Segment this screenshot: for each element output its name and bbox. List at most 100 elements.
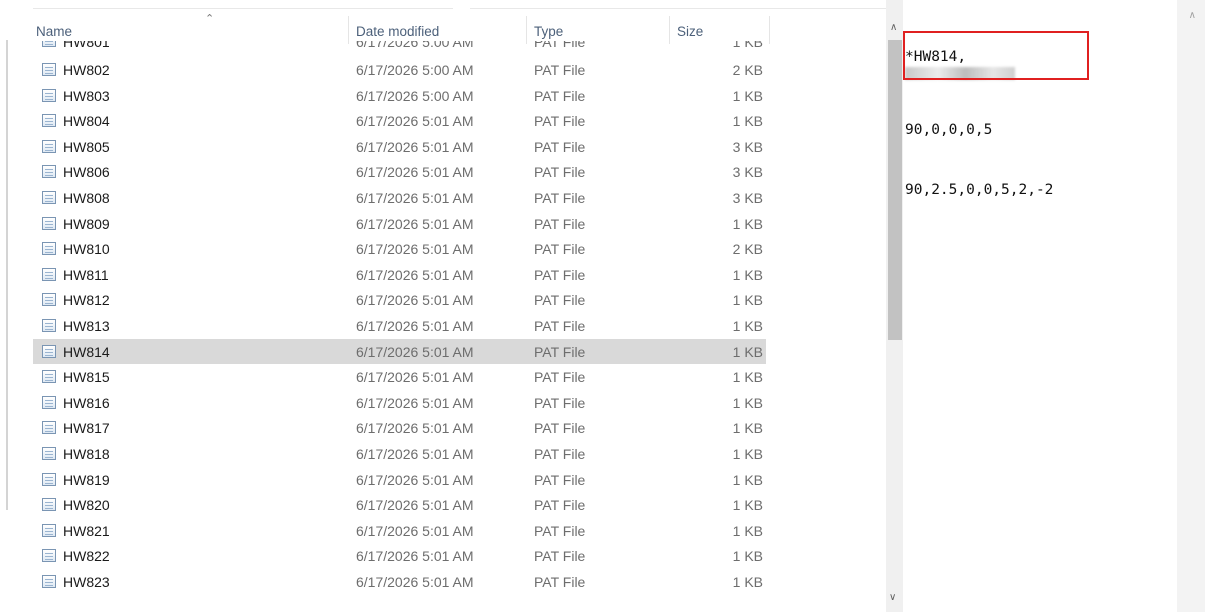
column-divider[interactable] xyxy=(526,16,527,44)
file-row[interactable]: HW818 6/17/2026 5:01 AM PAT File 1 KB xyxy=(33,441,766,467)
file-row[interactable]: HW820 6/17/2026 5:01 AM PAT File 1 KB xyxy=(33,492,766,518)
file-date-modified: 6/17/2026 5:01 AM xyxy=(356,420,474,437)
file-size: 1 KB xyxy=(732,471,763,488)
pat-file-icon xyxy=(42,498,56,512)
file-name: HW801 xyxy=(63,41,110,50)
file-row[interactable]: HW810 6/17/2026 5:01 AM PAT File 2 KB xyxy=(33,236,766,262)
column-header-name[interactable]: Name xyxy=(36,24,72,39)
pat-file-icon xyxy=(42,114,56,128)
file-row[interactable]: HW815 6/17/2026 5:01 AM PAT File 1 KB xyxy=(33,364,766,390)
file-type: PAT File xyxy=(534,164,586,181)
file-row[interactable]: HW822 6/17/2026 5:01 AM PAT File 1 KB xyxy=(33,543,766,569)
file-name: HW817 xyxy=(63,420,110,437)
column-header-bar: ⌃ Name Date modified Type Size xyxy=(33,13,773,44)
file-name: HW802 xyxy=(63,62,110,78)
chevron-up-icon: ⌃ xyxy=(205,13,215,25)
explorer-scrollbar-thumb[interactable] xyxy=(888,40,902,340)
file-size: 1 KB xyxy=(732,87,763,104)
file-row[interactable]: HW821 6/17/2026 5:01 AM PAT File 1 KB xyxy=(33,518,766,544)
file-name: HW805 xyxy=(63,138,110,155)
column-header-type[interactable]: Type xyxy=(534,24,563,39)
file-size: 1 KB xyxy=(732,369,763,386)
pat-file-icon xyxy=(42,191,56,204)
file-name: HW810 xyxy=(63,241,110,258)
file-date-modified: 6/17/2026 5:01 AM xyxy=(356,548,474,565)
file-row[interactable]: HW808 6/17/2026 5:01 AM PAT File 3 KB xyxy=(33,185,766,211)
file-date-modified: 6/17/2026 5:01 AM xyxy=(356,343,474,360)
file-size: 1 KB xyxy=(732,548,763,565)
notepad-text-editor[interactable]: *HW814, 90,0,0,0,5 90,2.5,0,0,5,2,-2 ∧ xyxy=(903,0,1205,612)
header-top-rule-right xyxy=(470,8,888,9)
scroll-down-arrow-icon[interactable]: ∨ xyxy=(889,592,896,603)
column-header-size[interactable]: Size xyxy=(677,24,703,39)
pat-file-icon xyxy=(42,242,56,256)
file-name: HW822 xyxy=(63,548,110,565)
file-date-modified: 6/17/2026 5:00 AM xyxy=(356,87,474,104)
column-divider[interactable] xyxy=(348,16,349,44)
file-type: PAT File xyxy=(534,215,586,232)
file-date-modified: 6/17/2026 5:01 AM xyxy=(356,215,474,232)
column-divider[interactable] xyxy=(769,16,770,44)
file-row[interactable]: HW805 6/17/2026 5:01 AM PAT File 3 KB xyxy=(33,134,766,160)
file-type: PAT File xyxy=(534,87,586,104)
pat-file-icon xyxy=(42,88,56,102)
file-name: HW815 xyxy=(63,369,110,386)
header-top-rule xyxy=(33,8,453,9)
file-row[interactable]: HW813 6/17/2026 5:01 AM PAT File 1 KB xyxy=(33,313,766,339)
pat-file-icon xyxy=(42,344,56,358)
file-name: HW808 xyxy=(63,190,110,206)
notepad-vertical-scrollbar[interactable]: ∧ xyxy=(1177,0,1205,612)
file-date-modified: 6/17/2026 5:01 AM xyxy=(356,241,474,258)
file-type: PAT File xyxy=(534,41,586,50)
file-date-modified: 6/17/2026 5:01 AM xyxy=(356,138,474,155)
file-type: PAT File xyxy=(534,471,586,488)
file-row[interactable]: HW817 6/17/2026 5:01 AM PAT File 1 KB xyxy=(33,415,766,441)
file-type: PAT File xyxy=(534,266,586,283)
column-header-date-modified[interactable]: Date modified xyxy=(356,24,439,39)
file-type: PAT File xyxy=(534,369,586,386)
file-size: 1 KB xyxy=(732,394,763,411)
file-name: HW813 xyxy=(63,318,110,334)
pat-file-icon xyxy=(42,523,56,537)
file-name: HW806 xyxy=(63,164,110,181)
file-row[interactable]: HW802 6/17/2026 5:00 AM PAT File 2 KB xyxy=(33,57,766,83)
pat-file-icon xyxy=(42,319,56,332)
pat-file-icon xyxy=(42,267,56,281)
scroll-up-arrow-icon[interactable]: ∧ xyxy=(1189,10,1196,21)
file-date-modified: 6/17/2026 5:01 AM xyxy=(356,318,474,334)
pat-file-icon xyxy=(42,41,56,47)
file-type: PAT File xyxy=(534,241,586,258)
file-type: PAT File xyxy=(534,190,586,206)
file-row[interactable]: HW804 6/17/2026 5:01 AM PAT File 1 KB xyxy=(33,108,766,134)
file-type: PAT File xyxy=(534,548,586,565)
file-row[interactable]: HW806 6/17/2026 5:01 AM PAT File 3 KB xyxy=(33,159,766,185)
file-size: 1 KB xyxy=(732,420,763,437)
file-name: HW823 xyxy=(63,574,110,590)
file-size: 1 KB xyxy=(732,522,763,539)
pat-file-icon xyxy=(42,447,56,460)
file-row[interactable]: HW812 6/17/2026 5:01 AM PAT File 1 KB xyxy=(33,287,766,313)
file-row[interactable]: HW809 6/17/2026 5:01 AM PAT File 1 KB xyxy=(33,211,766,237)
file-row[interactable]: HW823 6/17/2026 5:01 AM PAT File 1 KB xyxy=(33,569,766,595)
file-date-modified: 6/17/2026 5:01 AM xyxy=(356,164,474,181)
file-row[interactable]: HW819 6/17/2026 5:01 AM PAT File 1 KB xyxy=(33,467,766,493)
file-row[interactable]: HW803 6/17/2026 5:00 AM PAT File 1 KB xyxy=(33,83,766,109)
pat-file-icon xyxy=(42,63,56,76)
scroll-up-arrow-icon[interactable]: ∧ xyxy=(890,22,897,33)
file-type: PAT File xyxy=(534,574,586,590)
file-date-modified: 6/17/2026 5:01 AM xyxy=(356,574,474,590)
file-row-partial[interactable]: HW801 6/17/2026 5:00 AM PAT File 1 KB xyxy=(33,41,766,55)
file-date-modified: 6/17/2026 5:01 AM xyxy=(356,113,474,130)
file-name: HW804 xyxy=(63,113,110,130)
file-row[interactable]: HW811 6/17/2026 5:01 AM PAT File 1 KB xyxy=(33,262,766,288)
file-size: 1 KB xyxy=(732,215,763,232)
file-type: PAT File xyxy=(534,497,586,514)
file-type: PAT File xyxy=(534,394,586,411)
file-type: PAT File xyxy=(534,446,586,462)
file-type: PAT File xyxy=(534,292,586,309)
file-date-modified: 6/17/2026 5:01 AM xyxy=(356,471,474,488)
column-divider[interactable] xyxy=(669,16,670,44)
file-row[interactable]: HW816 6/17/2026 5:01 AM PAT File 1 KB xyxy=(33,390,766,416)
file-size: 1 KB xyxy=(732,343,763,360)
file-row[interactable]: HW814 6/17/2026 5:01 AM PAT File 1 KB xyxy=(33,338,766,365)
